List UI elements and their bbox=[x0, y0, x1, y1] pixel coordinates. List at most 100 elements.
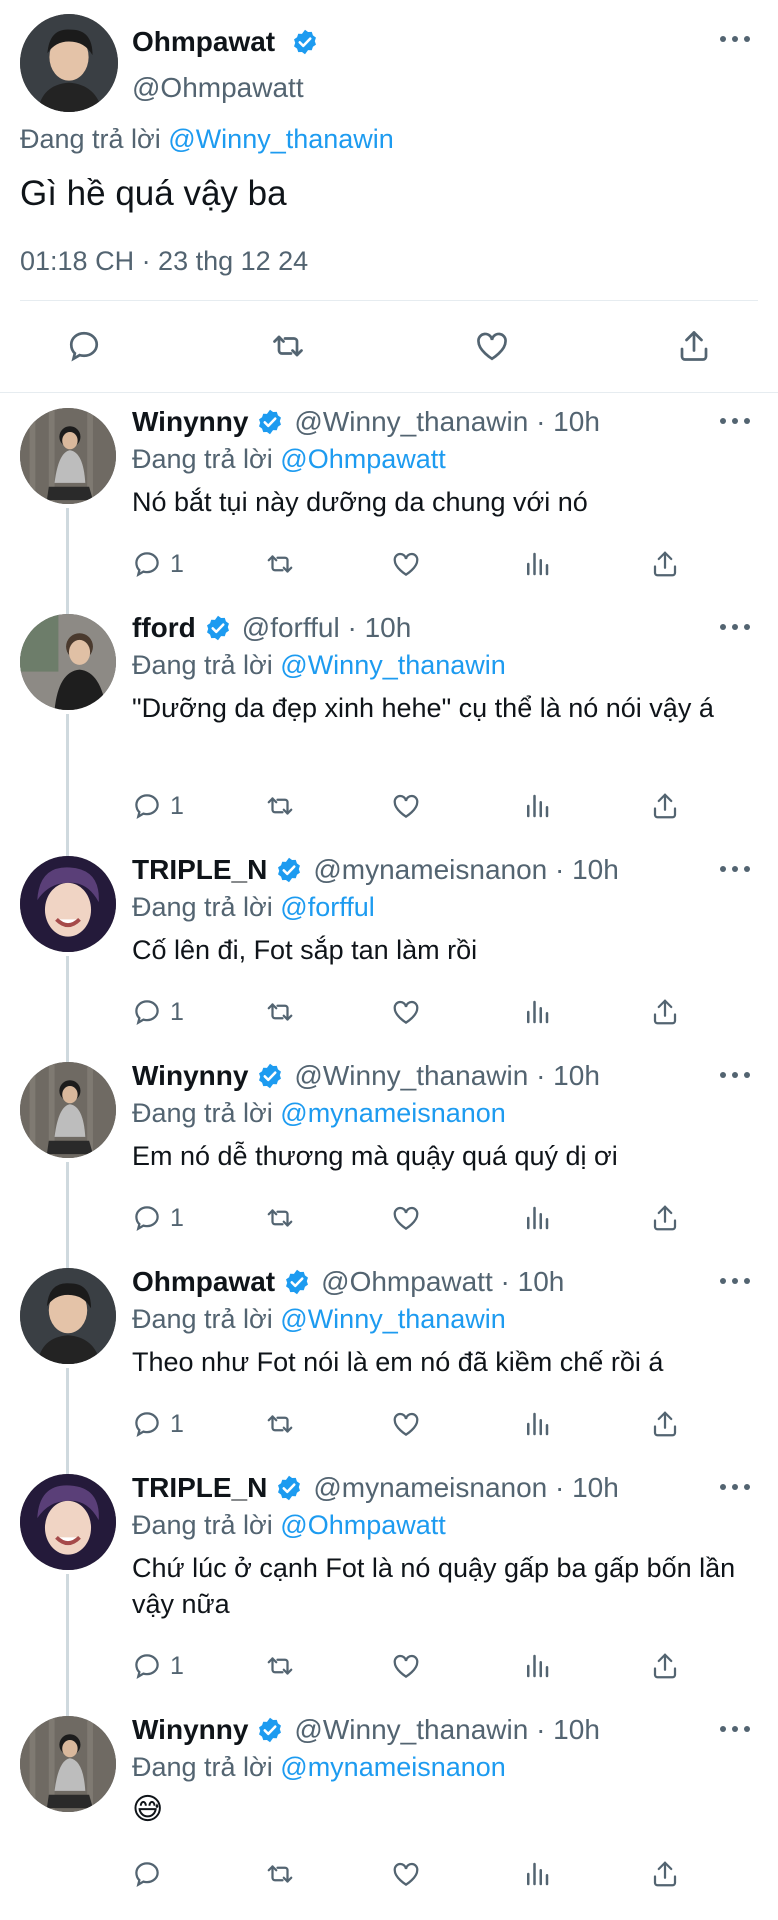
more-icon[interactable] bbox=[720, 1276, 750, 1286]
reply-to-link[interactable]: @Winny_thanawin bbox=[168, 124, 394, 154]
avatar[interactable] bbox=[20, 1268, 116, 1364]
share-button[interactable] bbox=[650, 786, 680, 826]
like-button[interactable] bbox=[390, 1854, 422, 1894]
like-button[interactable] bbox=[468, 322, 516, 370]
like-button[interactable] bbox=[390, 1404, 422, 1444]
analytics-button[interactable] bbox=[522, 992, 552, 1032]
retweet-button[interactable] bbox=[264, 1854, 296, 1894]
like-button[interactable] bbox=[390, 992, 422, 1032]
avatar[interactable] bbox=[20, 14, 118, 112]
author-name[interactable]: Ohmpawat bbox=[132, 1266, 275, 1298]
reply-to-link[interactable]: @forfful bbox=[280, 892, 374, 922]
avatar[interactable] bbox=[20, 1474, 116, 1570]
reply-tweet[interactable]: TRIPLE_N @mynameisnanon · 10h Đang trả l… bbox=[0, 844, 778, 1050]
more-icon[interactable] bbox=[720, 34, 750, 44]
reply-count: 1 bbox=[170, 997, 184, 1026]
like-button[interactable] bbox=[390, 1198, 422, 1238]
reply-tweet[interactable]: Winynny @Winny_thanawin · 10h Đang trả l… bbox=[0, 1704, 778, 1920]
more-icon[interactable] bbox=[720, 1482, 750, 1492]
author-name[interactable]: TRIPLE_N bbox=[132, 1472, 267, 1504]
verified-badge-icon bbox=[204, 614, 232, 642]
reply-button[interactable] bbox=[60, 322, 108, 370]
reply-text: Nó bắt tụi này dưỡng da chung với nó bbox=[132, 487, 588, 517]
analytics-button[interactable] bbox=[522, 786, 552, 826]
author-handle[interactable]: @Winny_thanawin · 10h bbox=[294, 1714, 599, 1746]
reply-button[interactable]: 1 bbox=[132, 544, 184, 584]
reply-header: TRIPLE_N @mynameisnanon · 10h bbox=[132, 1472, 619, 1504]
retweet-button[interactable] bbox=[264, 1646, 296, 1686]
reply-to-link[interactable]: @Winny_thanawin bbox=[280, 650, 506, 680]
reply-button[interactable]: 1 bbox=[132, 992, 184, 1032]
replying-to: Đang trả lời @forfful bbox=[132, 892, 375, 923]
retweet-button[interactable] bbox=[264, 1404, 296, 1444]
reply-to-link[interactable]: @Ohmpawatt bbox=[280, 1510, 445, 1540]
retweet-button[interactable] bbox=[264, 1198, 296, 1238]
reply-to-link[interactable]: @Winny_thanawin bbox=[280, 1304, 506, 1334]
analytics-button[interactable] bbox=[522, 1854, 552, 1894]
more-icon[interactable] bbox=[720, 1724, 750, 1734]
share-button[interactable] bbox=[650, 1404, 680, 1444]
more-icon[interactable] bbox=[720, 1070, 750, 1080]
avatar[interactable] bbox=[20, 614, 116, 710]
retweet-button[interactable] bbox=[264, 786, 296, 826]
reply-to-link[interactable]: @mynameisnanon bbox=[280, 1752, 506, 1782]
author-handle[interactable]: @mynameisnanon · 10h bbox=[313, 854, 618, 886]
analytics-button[interactable] bbox=[522, 544, 552, 584]
author-handle[interactable]: @Ohmpawatt · 10h bbox=[321, 1266, 564, 1298]
author-name[interactable]: Winynny bbox=[132, 406, 248, 438]
author-name[interactable]: TRIPLE_N bbox=[132, 854, 267, 886]
reply-to-link[interactable]: @Ohmpawatt bbox=[280, 444, 445, 474]
share-button[interactable] bbox=[670, 322, 718, 370]
like-button[interactable] bbox=[390, 1646, 422, 1686]
thread-line bbox=[66, 1462, 69, 1474]
share-button[interactable] bbox=[650, 1854, 680, 1894]
reply-button[interactable]: 1 bbox=[132, 1646, 184, 1686]
more-icon[interactable] bbox=[720, 864, 750, 874]
share-button[interactable] bbox=[650, 1198, 680, 1238]
avatar[interactable] bbox=[20, 408, 116, 504]
like-button[interactable] bbox=[390, 786, 422, 826]
reply-button[interactable]: 1 bbox=[132, 1198, 184, 1238]
thread-line bbox=[66, 1050, 69, 1062]
share-button[interactable] bbox=[650, 992, 680, 1032]
reply-tweet[interactable]: TRIPLE_N @mynameisnanon · 10h Đang trả l… bbox=[0, 1462, 778, 1704]
reply-tweet[interactable]: Winynny @Winny_thanawin · 10h Đang trả l… bbox=[0, 396, 778, 602]
share-button[interactable] bbox=[650, 1646, 680, 1686]
retweet-button[interactable] bbox=[264, 544, 296, 584]
like-button[interactable] bbox=[390, 544, 422, 584]
reply-button[interactable]: 1 bbox=[132, 786, 184, 826]
author-handle[interactable]: @Winny_thanawin · 10h bbox=[294, 406, 599, 438]
reply-text: Theo như Fot nói là em nó đã kiềm chế rồ… bbox=[132, 1347, 664, 1377]
heart-icon bbox=[393, 552, 419, 576]
avatar[interactable] bbox=[20, 856, 116, 952]
analytics-button[interactable] bbox=[522, 1646, 552, 1686]
author-handle[interactable]: @Ohmpawatt bbox=[132, 72, 304, 104]
analytics-button[interactable] bbox=[522, 1404, 552, 1444]
author-handle[interactable]: @Winny_thanawin · 10h bbox=[294, 1060, 599, 1092]
analytics-button[interactable] bbox=[522, 1198, 552, 1238]
tweet-timestamp[interactable]: 01:18 CH · 23 thg 12 24 bbox=[20, 246, 308, 277]
reply-to-link[interactable]: @mynameisnanon bbox=[280, 1098, 506, 1128]
verified-badge-icon bbox=[256, 408, 284, 436]
author-name[interactable]: Ohmpawat bbox=[132, 26, 275, 58]
more-icon[interactable] bbox=[720, 416, 750, 426]
retweet-button[interactable] bbox=[264, 992, 296, 1032]
reply-button[interactable]: 1 bbox=[132, 1404, 184, 1444]
avatar[interactable] bbox=[20, 1062, 116, 1158]
more-icon[interactable] bbox=[720, 622, 750, 632]
reply-button[interactable] bbox=[132, 1854, 170, 1894]
author-name[interactable]: Winynny bbox=[132, 1714, 248, 1746]
reply-tweet[interactable]: Ohmpawat @Ohmpawatt · 10h Đang trả lời @… bbox=[0, 1256, 778, 1462]
retweet-button[interactable] bbox=[264, 322, 312, 370]
author-handle[interactable]: @forfful · 10h bbox=[242, 612, 412, 644]
thread-line bbox=[66, 956, 69, 1050]
share-icon bbox=[653, 999, 677, 1025]
replying-to: Đang trả lời @Winny_thanawin bbox=[132, 1304, 506, 1335]
reply-tweet[interactable]: fford @forfful · 10h Đang trả lời @Winny… bbox=[0, 602, 778, 844]
avatar[interactable] bbox=[20, 1716, 116, 1812]
reply-tweet[interactable]: Winynny @Winny_thanawin · 10h Đang trả l… bbox=[0, 1050, 778, 1256]
share-button[interactable] bbox=[650, 544, 680, 584]
author-name[interactable]: fford bbox=[132, 612, 196, 644]
author-handle[interactable]: @mynameisnanon · 10h bbox=[313, 1472, 618, 1504]
author-name[interactable]: Winynny bbox=[132, 1060, 248, 1092]
